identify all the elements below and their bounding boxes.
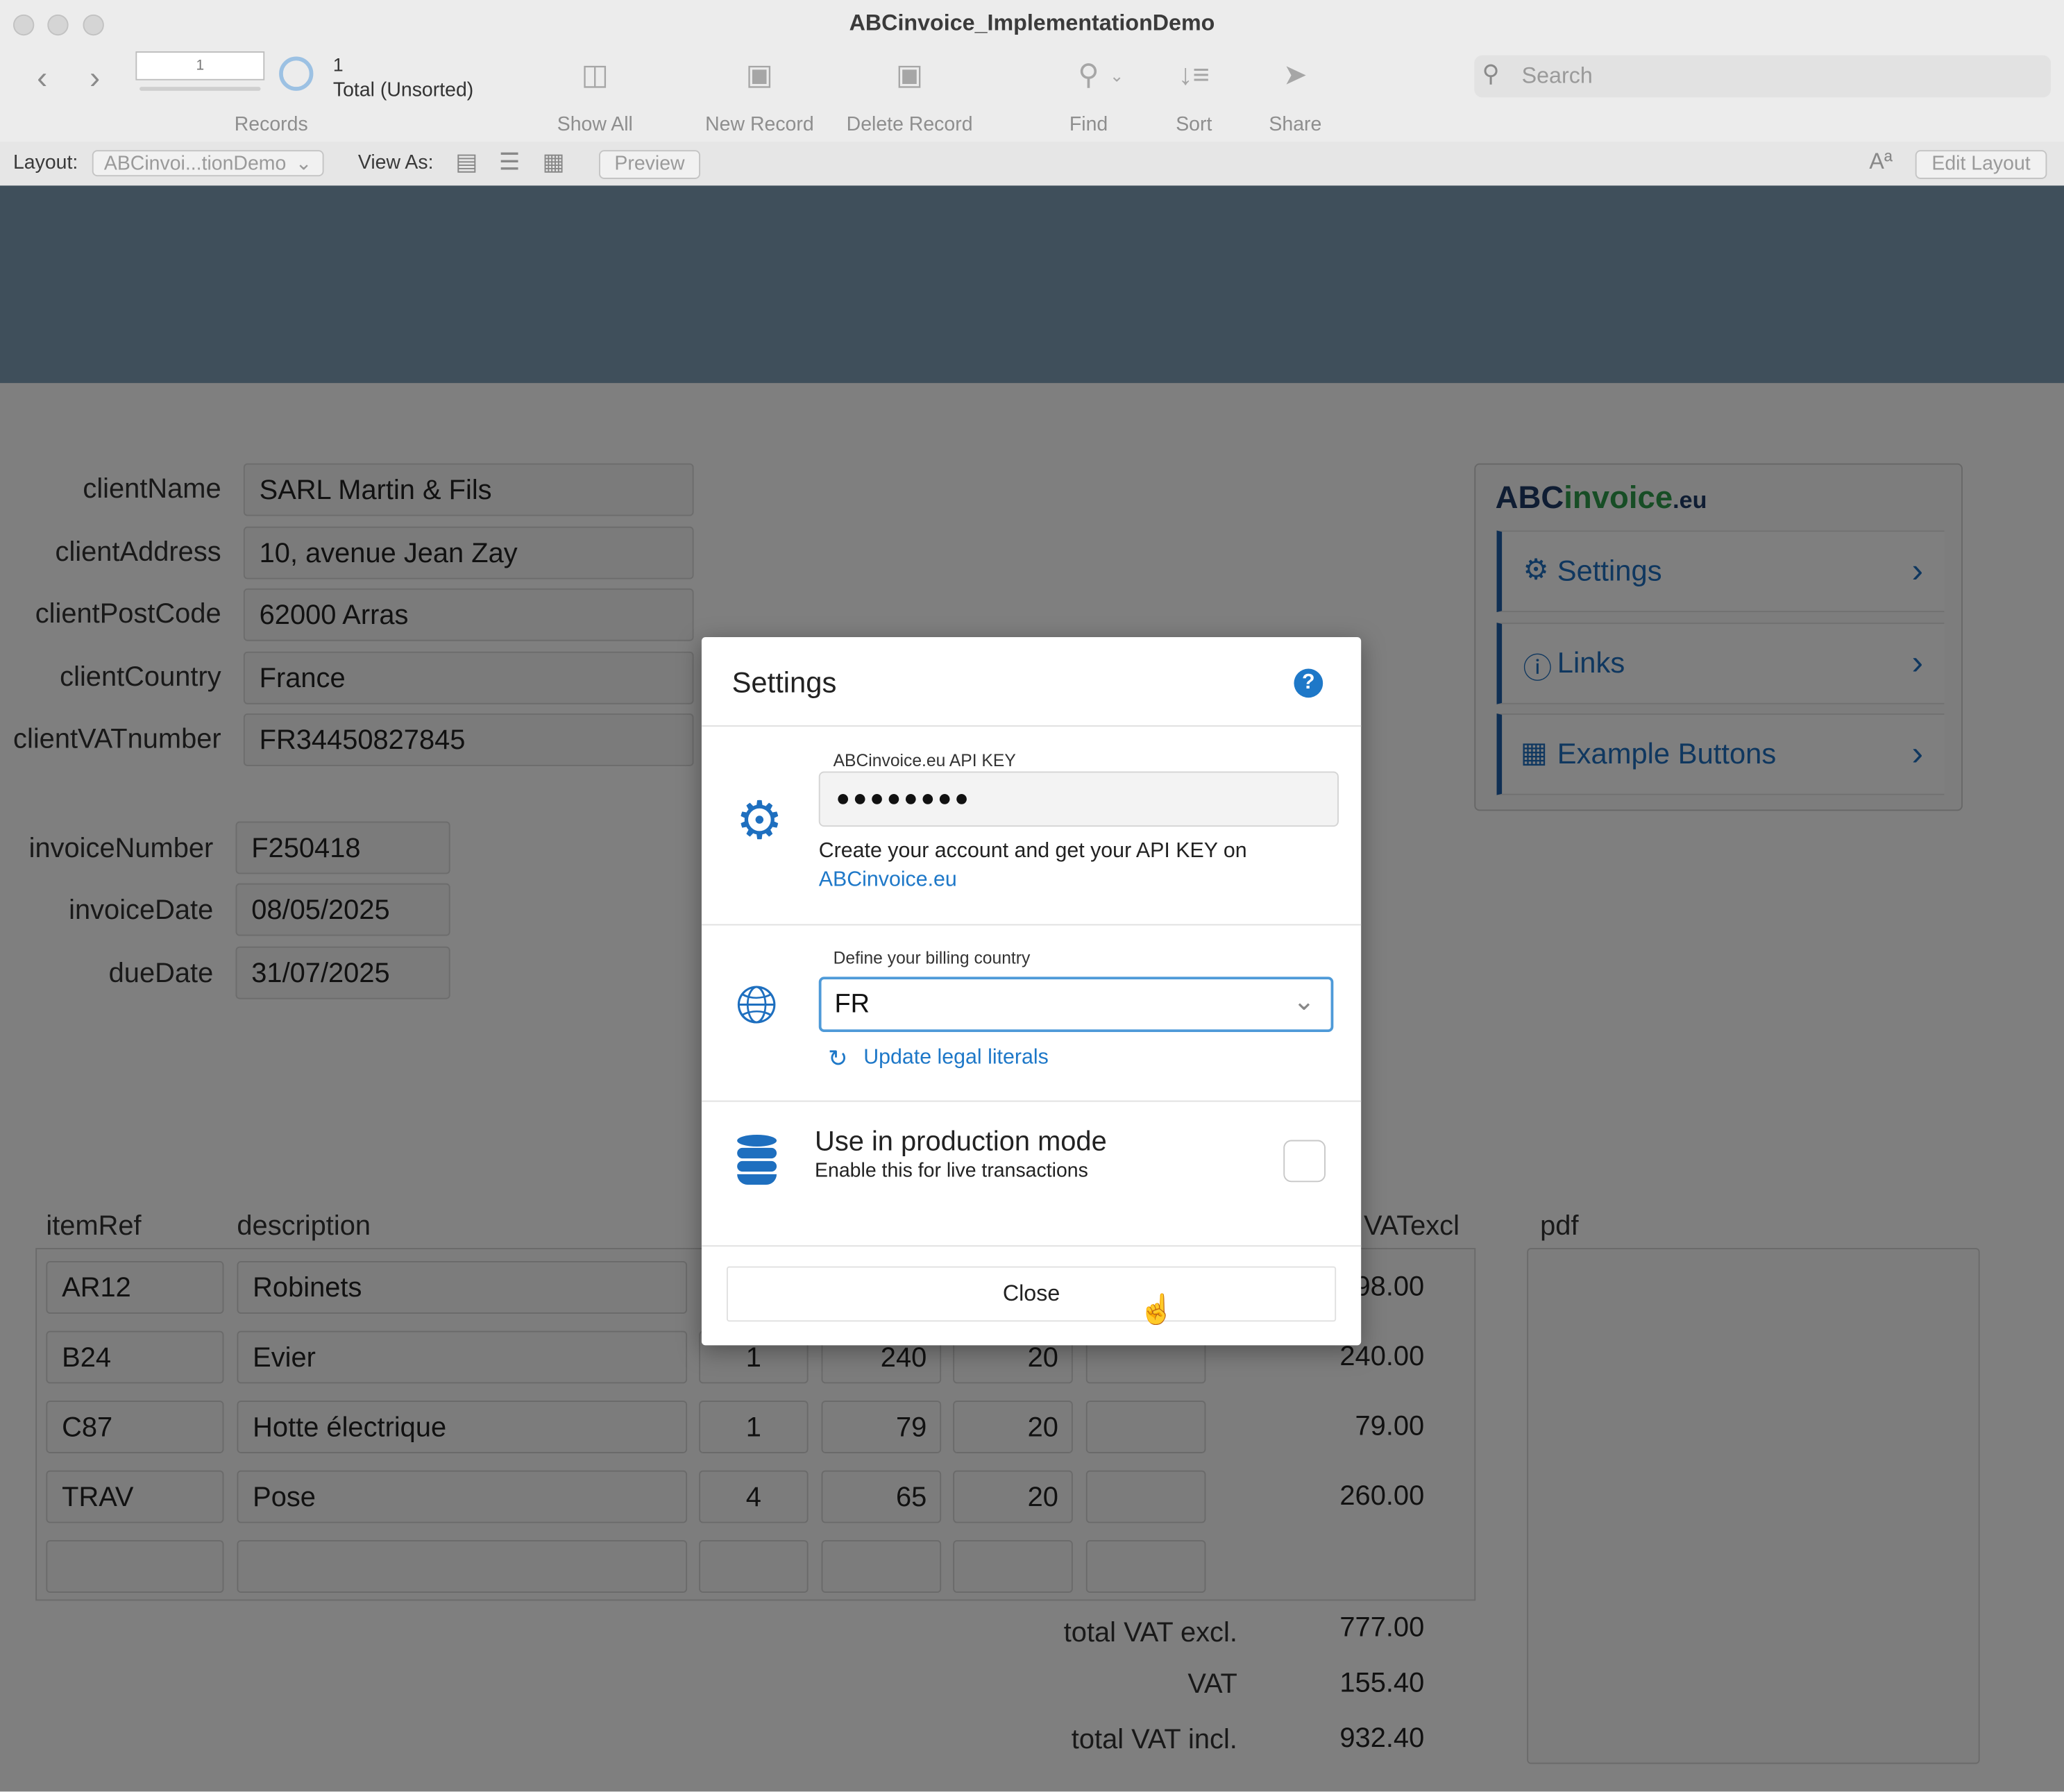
database-icon <box>737 1134 777 1185</box>
previous-record-icon[interactable]: ‹ <box>37 60 47 97</box>
search-placeholder: Search <box>1521 63 1593 89</box>
search-icon: ⚲ <box>1482 60 1500 87</box>
share-icon[interactable]: ➤ <box>1223 58 1368 92</box>
show-all-icon[interactable]: ◫ <box>523 58 668 92</box>
preview-button[interactable]: Preview <box>598 150 701 179</box>
layout-label: Layout: <box>12 151 78 174</box>
divider <box>701 924 1362 926</box>
list-view-icon[interactable]: ☰ <box>499 149 521 176</box>
help-icon[interactable]: ? <box>1294 668 1323 698</box>
settings-dialog: Settings ? ⚙ ABCinvoice.eu API KEY ●●●●●… <box>701 637 1362 1346</box>
records-label: Records <box>234 113 308 136</box>
layout-bar: Layout: ABCinvoi...tionDemo ⌄ View As: ▤… <box>0 142 2064 187</box>
billing-country-select[interactable]: FR ⌄ <box>818 977 1334 1033</box>
record-status: Total (Unsorted) <box>332 78 474 102</box>
search-field[interactable]: ⚲ Search <box>1474 55 2052 98</box>
table-view-icon[interactable]: ▦ <box>542 149 564 176</box>
refresh-icon[interactable]: ↻ <box>828 1045 848 1073</box>
share-button[interactable]: Share <box>1223 113 1368 135</box>
divider <box>701 1245 1362 1247</box>
window-title: ABCinvoice_ImplementationDemo <box>849 10 1215 36</box>
divider <box>701 1100 1362 1102</box>
layout-selector-value: ABCinvoi...tionDemo <box>103 153 287 176</box>
edit-layout-button[interactable]: Edit Layout <box>1915 150 2047 179</box>
new-record-icon[interactable]: ▣ <box>687 58 832 92</box>
production-mode-title: Use in production mode <box>815 1126 1107 1158</box>
chevron-down-icon: ⌄ <box>1293 987 1315 1017</box>
toolbar: ABCinvoice_ImplementationDemo ‹ › 1 1 To… <box>0 0 2064 144</box>
globe-icon: 🌐︎ <box>736 977 778 1035</box>
chevron-down-icon: ⌄ <box>295 153 312 176</box>
gear-icon: ⚙ <box>736 792 784 851</box>
record-total: 1 <box>332 53 344 76</box>
billing-country-value: FR <box>834 990 870 1020</box>
next-record-icon[interactable]: › <box>90 60 100 97</box>
view-as-label: View As: <box>357 151 434 174</box>
delete-record-button[interactable]: Delete Record <box>837 113 982 135</box>
api-key-input[interactable]: ●●●●●●●● <box>818 771 1339 827</box>
new-record-button[interactable]: New Record <box>687 113 832 135</box>
production-mode-checkbox[interactable] <box>1283 1140 1326 1183</box>
current-record-input[interactable]: 1 <box>135 51 265 81</box>
production-mode-subtitle: Enable this for live transactions <box>815 1159 1088 1183</box>
pointer-cursor-icon: ☝ <box>1138 1292 1175 1326</box>
dialog-title: Settings <box>731 666 837 700</box>
divider <box>701 725 1362 727</box>
api-key-label: ABCinvoice.eu API KEY <box>833 750 1016 770</box>
text-formatting-icon[interactable]: Aª <box>1869 149 1892 175</box>
form-view-icon[interactable]: ▤ <box>455 149 477 176</box>
delete-record-icon[interactable]: ▣ <box>837 58 982 92</box>
record-slider[interactable] <box>139 87 261 91</box>
app-window: ABCinvoice_ImplementationDemo ‹ › 1 1 To… <box>0 0 2064 1792</box>
show-all-button[interactable]: Show All <box>523 113 668 135</box>
api-key-help-text: Create your account and get your API KEY… <box>818 840 1247 863</box>
record-pie-chart-icon <box>279 56 314 91</box>
billing-country-label: Define your billing country <box>833 947 1031 968</box>
api-key-value: ●●●●●●●● <box>836 784 972 811</box>
close-button[interactable]: Close <box>726 1266 1337 1322</box>
update-legal-literals-link[interactable]: Update legal literals <box>863 1047 1049 1070</box>
abcinvoice-link[interactable]: ABCinvoice.eu <box>819 869 957 893</box>
layout-selector[interactable]: ABCinvoi...tionDemo ⌄ <box>92 150 324 177</box>
